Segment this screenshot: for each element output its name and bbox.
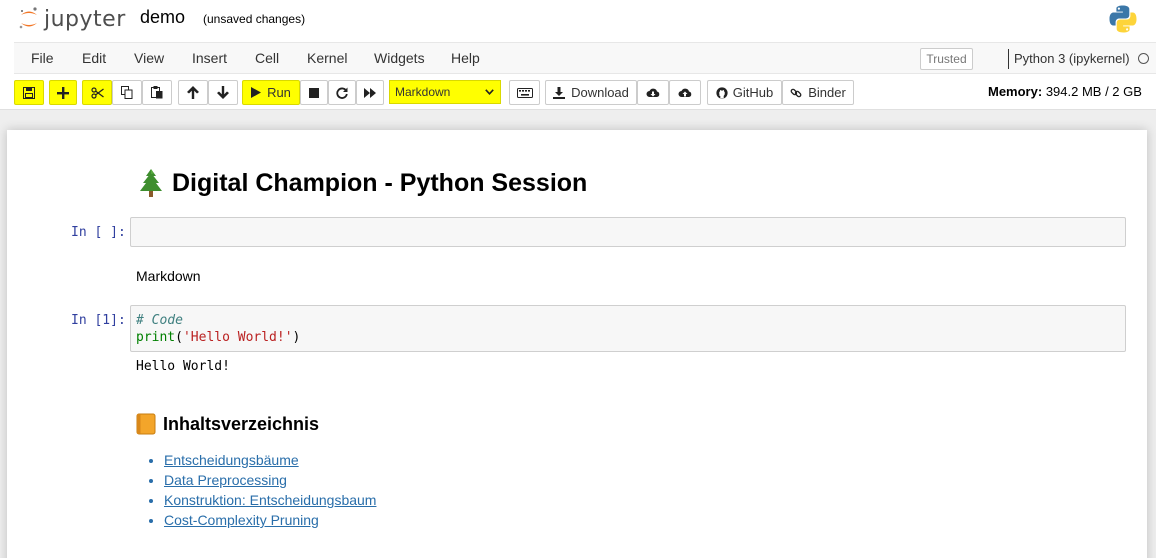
download-button[interactable]: Download xyxy=(545,80,637,105)
cell-type-value: Markdown xyxy=(395,85,451,99)
empty-code-cell[interactable] xyxy=(130,217,1126,247)
jupyter-logo-icon xyxy=(19,7,37,29)
menu-kernel[interactable]: Kernel xyxy=(307,50,347,66)
notebook-title: Digital Champion - Python Session xyxy=(138,168,587,198)
arrow-down-icon xyxy=(217,86,229,99)
arrow-up-icon xyxy=(187,86,199,99)
floppy-disk-icon xyxy=(23,86,35,99)
cell-prompt-empty: In [ ]: xyxy=(71,225,126,240)
cell-type-select[interactable]: Markdown xyxy=(389,80,501,104)
command-palette-button[interactable] xyxy=(509,80,540,105)
github-icon xyxy=(716,86,728,99)
code-string: 'Hello World!' xyxy=(182,330,293,345)
list-item: Cost-Complexity Pruning xyxy=(164,510,376,530)
code-function: print xyxy=(136,330,176,345)
download-label: Download xyxy=(571,85,629,100)
fast-forward-icon xyxy=(364,87,376,98)
cloud-upload-button[interactable] xyxy=(669,80,701,105)
kernel-name[interactable]: Python 3 (ipykernel) xyxy=(1014,51,1130,66)
cell-output: Hello World! xyxy=(136,359,230,374)
python-logo-icon xyxy=(1109,5,1137,33)
link-icon xyxy=(790,88,802,97)
menubar: File Edit View Insert Cell Kernel Widget… xyxy=(14,42,1156,74)
play-icon xyxy=(251,87,262,98)
download-icon xyxy=(553,86,566,99)
kernel-separator xyxy=(1008,49,1009,69)
stop-icon xyxy=(309,87,319,98)
restart-run-all-button[interactable] xyxy=(356,80,384,105)
trusted-indicator[interactable]: Trusted xyxy=(920,48,973,70)
toc-list: Entscheidungsbäume Data Preprocessing Ko… xyxy=(164,450,376,530)
code-comment: # Code xyxy=(136,313,183,328)
menu-cell[interactable]: Cell xyxy=(255,50,279,66)
logo-wordmark: jupyter xyxy=(44,6,126,32)
cloud-download-icon xyxy=(646,88,660,97)
restart-button[interactable] xyxy=(328,80,356,105)
menu-help[interactable]: Help xyxy=(451,50,480,66)
save-status: (unsaved changes) xyxy=(203,12,306,26)
code-cell-input[interactable]: # Code print('Hello World!') xyxy=(130,305,1126,352)
markdown-cell-text[interactable]: Markdown xyxy=(136,268,201,284)
run-label: Run xyxy=(267,85,291,100)
paste-cell-button[interactable] xyxy=(142,80,172,105)
memory-value: 394.2 MB / 2 GB xyxy=(1045,84,1142,99)
list-item: Data Preprocessing xyxy=(164,470,376,490)
interrupt-button[interactable] xyxy=(300,80,328,105)
binder-label: Binder xyxy=(808,85,846,100)
cloud-upload-icon xyxy=(678,88,692,97)
toc-link[interactable]: Konstruktion: Entscheidungsbaum xyxy=(164,492,376,508)
cut-cell-button[interactable] xyxy=(82,80,112,105)
toc-link[interactable]: Cost-Complexity Pruning xyxy=(164,512,319,528)
menu-view[interactable]: View xyxy=(134,50,164,66)
plus-icon xyxy=(57,86,69,99)
toolbar: Run Download GitHub Binder xyxy=(0,76,1156,108)
menu-widgets[interactable]: Widgets xyxy=(374,50,425,66)
paste-icon xyxy=(151,86,163,99)
memory-label: Memory: xyxy=(988,84,1043,99)
title-text: Digital Champion - Python Session xyxy=(172,168,588,197)
github-button[interactable]: GitHub xyxy=(707,80,782,105)
cell-prompt-1: In [1]: xyxy=(71,313,126,328)
toc-link[interactable]: Entscheidungsbäume xyxy=(164,452,299,468)
menu-edit[interactable]: Edit xyxy=(82,50,106,66)
move-down-button[interactable] xyxy=(208,80,238,105)
move-up-button[interactable] xyxy=(178,80,208,105)
copy-icon xyxy=(121,86,133,99)
keyboard-icon xyxy=(516,87,533,98)
notebook-name[interactable]: demo xyxy=(140,7,185,28)
save-button[interactable] xyxy=(14,80,44,105)
github-label: GitHub xyxy=(732,85,774,100)
run-button[interactable]: Run xyxy=(242,80,300,105)
binder-button[interactable]: Binder xyxy=(782,80,854,105)
restart-icon xyxy=(336,87,348,99)
kernel-idle-indicator-icon xyxy=(1138,53,1149,64)
menu-file[interactable]: File xyxy=(31,50,54,66)
memory-usage: Memory: 394.2 MB / 2 GB xyxy=(988,84,1142,99)
scissors-icon xyxy=(90,86,104,99)
code-paren-close: ) xyxy=(292,330,301,345)
jupyter-logo[interactable]: jupyter xyxy=(18,5,126,33)
cloud-download-button[interactable] xyxy=(637,80,669,105)
copy-cell-button[interactable] xyxy=(112,80,142,105)
toc-link[interactable]: Data Preprocessing xyxy=(164,472,287,488)
toc-heading: Inhaltsverzeichnis xyxy=(136,413,319,435)
insert-cell-button[interactable] xyxy=(49,80,77,105)
book-icon xyxy=(136,413,156,435)
list-item: Konstruktion: Entscheidungsbaum xyxy=(164,490,376,510)
menu-insert[interactable]: Insert xyxy=(192,50,227,66)
code-paren-open: ( xyxy=(175,330,183,345)
evergreen-tree-icon xyxy=(140,169,162,197)
list-item: Entscheidungsbäume xyxy=(164,450,376,470)
toc-title: Inhaltsverzeichnis xyxy=(163,413,320,434)
chevron-down-icon xyxy=(485,89,494,95)
